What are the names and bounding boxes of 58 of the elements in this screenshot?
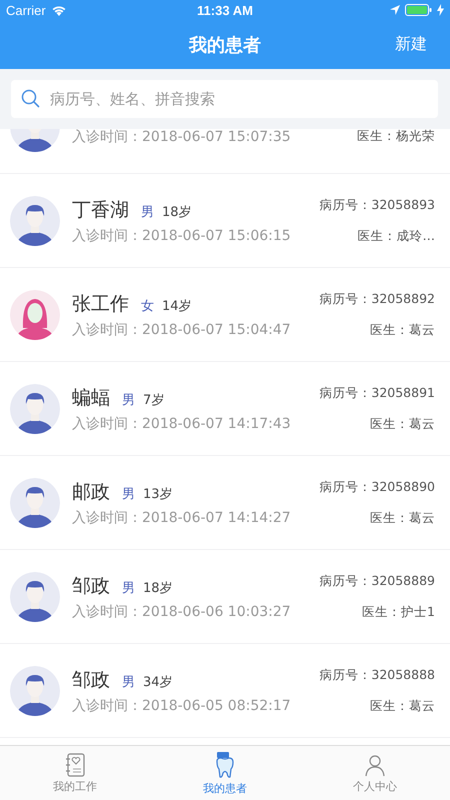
gender-label: 女 [141, 298, 154, 314]
age-label: 34岁 [143, 674, 173, 690]
avatar-icon [10, 572, 60, 622]
doctor-label: 医生：护士1 [362, 604, 435, 620]
doctor-label: 医生：葛云 [370, 510, 435, 526]
age-label: 18岁 [143, 580, 173, 596]
tab-item[interactable]: 我的工作 [0, 746, 150, 800]
patient-name: 邮政 [72, 480, 110, 504]
notebook-icon [64, 752, 86, 776]
record-number: 病历号：32058889 [319, 572, 435, 590]
age-label: 13岁 [143, 486, 173, 502]
record-number: 病历号：32058892 [319, 290, 435, 308]
clock-time: 11:33 AM [197, 2, 253, 18]
age-label: 7岁 [143, 392, 164, 408]
visit-time: 入诊时间：2018-06-07 14:14:27 [72, 508, 291, 526]
tab-item[interactable]: 个人中心 [300, 746, 450, 800]
gender-label: 男 [122, 392, 135, 408]
charging-icon [436, 4, 444, 16]
tab-item[interactable]: 我的患者 [150, 746, 300, 800]
person-icon [364, 752, 386, 776]
patient-name: 张工作 [72, 292, 129, 316]
visit-time: 入诊时间：2018-06-05 08:52:17 [72, 696, 291, 714]
age-label: 14岁 [162, 298, 192, 314]
visit-time: 入诊时间：2018-06-07 14:17:43 [72, 414, 291, 432]
avatar-icon [10, 196, 60, 246]
carrier-label: Carrier [6, 2, 46, 18]
record-number: 病历号：32058891 [319, 384, 435, 402]
doctor-label: 医生：葛云 [370, 698, 435, 714]
record-number: 病历号：32058890 [319, 478, 435, 496]
record-number: 病历号：32058893 [319, 196, 435, 214]
wifi-icon [50, 4, 67, 16]
new-button[interactable]: 新建 [392, 32, 430, 57]
doctor-label: 医生：葛云 [370, 322, 435, 338]
battery-icon [404, 4, 432, 16]
visit-time: 入诊时间：2018-06-06 10:03:27 [72, 602, 291, 620]
doctor-label: 医生：杨光荣 [357, 129, 435, 145]
doctor-label: 医生：葛云 [370, 416, 435, 432]
avatar-icon [10, 384, 60, 434]
location-icon [390, 5, 400, 15]
visit-time: 入诊时间：2018-06-07 15:04:47 [72, 320, 291, 338]
patient-name: 蝙蝠 [72, 386, 110, 410]
page-title: 我的患者 [189, 34, 261, 56]
visit-time: 入诊时间：2018-06-07 15:06:15 [72, 226, 291, 244]
gender-label: 男 [122, 486, 135, 502]
search-field[interactable]: 病历号、姓名、拼音搜索 [11, 80, 438, 118]
patient-name: 邹政 [72, 574, 110, 598]
gender-label: 男 [122, 674, 135, 690]
age-label: 18岁 [162, 204, 192, 220]
avatar-icon [10, 478, 60, 528]
patient-name: 邹政 [72, 668, 110, 692]
record-number: 病历号：32058888 [319, 666, 435, 684]
patient-name: 丁香湖 [72, 198, 129, 222]
gender-label: 男 [141, 204, 154, 220]
avatar-icon [10, 666, 60, 716]
avatar-icon [10, 290, 60, 340]
gender-label: 男 [122, 580, 135, 596]
visit-time: 入诊时间：2018-06-07 15:07:35 [72, 129, 291, 146]
doctor-label: 医生：成玲… [358, 228, 435, 244]
